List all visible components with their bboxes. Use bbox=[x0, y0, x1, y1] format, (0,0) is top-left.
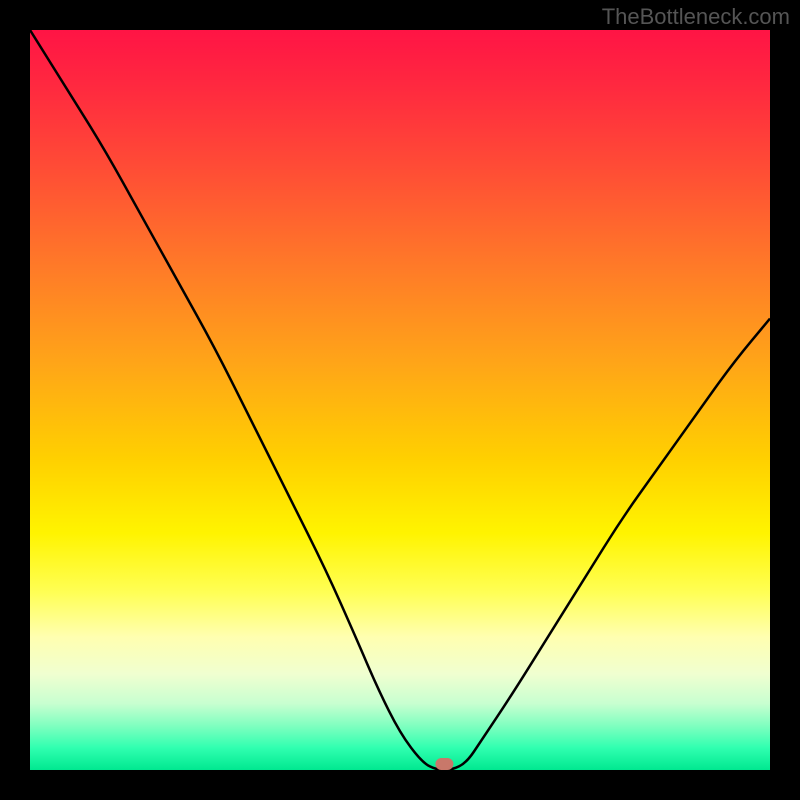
chart-plot-area bbox=[30, 30, 770, 770]
optimal-point-marker bbox=[435, 758, 453, 770]
watermark-text: TheBottleneck.com bbox=[602, 4, 790, 30]
chart-svg-layer bbox=[30, 30, 770, 770]
bottleneck-curve-path bbox=[30, 30, 770, 770]
